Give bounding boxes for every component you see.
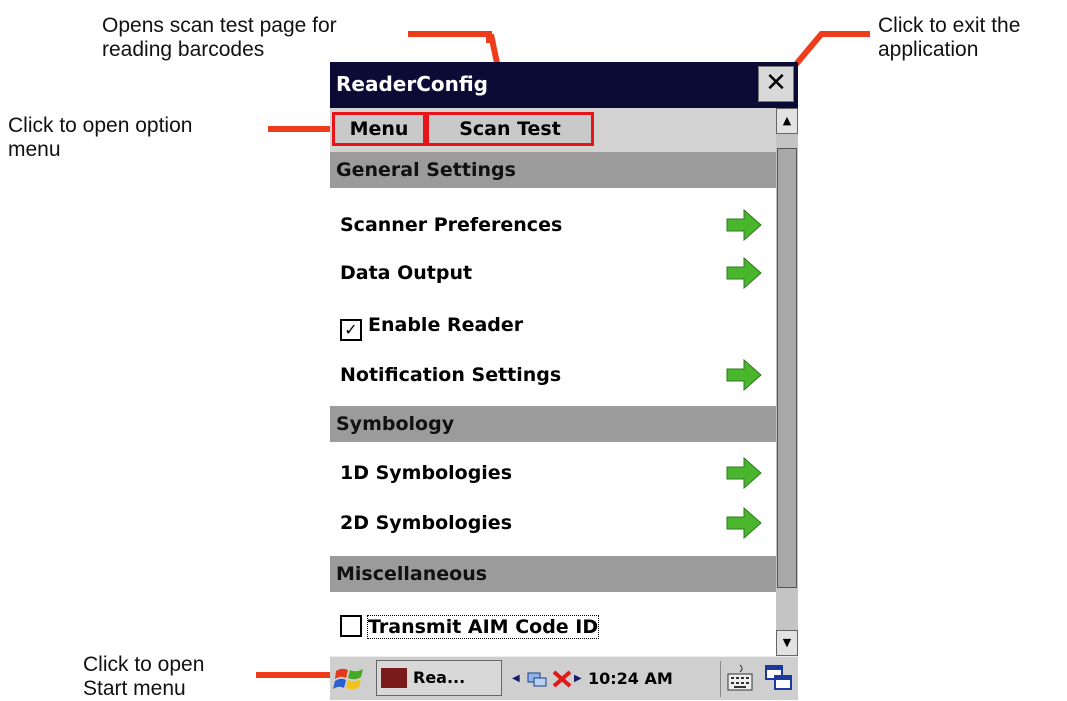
item-label: 1D Symbologies <box>340 462 513 484</box>
leader-line <box>256 672 330 678</box>
leader-line <box>820 31 870 37</box>
scroll-up-button[interactable]: ▲ <box>776 108 798 134</box>
scan-test-annotation: Opens scan test page for reading barcode… <box>102 14 337 62</box>
section-general-settings: General Settings <box>330 152 776 188</box>
green-right-arrow-icon[interactable] <box>726 256 762 290</box>
annotation-text: Click to exit the <box>878 14 1021 37</box>
item-label: Transmit AIM Code ID <box>366 615 600 639</box>
task-button-readerconfig[interactable]: Rea... <box>376 660 502 696</box>
menu-bar: Menu Scan Test <box>330 108 776 152</box>
2d-symbologies-item[interactable]: 2D Symbologies <box>330 498 776 548</box>
annotation-text: Click to open option <box>8 114 193 137</box>
transmit-aim-checkbox[interactable] <box>340 615 362 637</box>
green-right-arrow-icon[interactable] <box>726 358 762 392</box>
close-button[interactable]: ✕ <box>758 66 794 102</box>
exit-annotation: Click to exit the application <box>878 14 1020 62</box>
app-icon <box>381 668 407 688</box>
scan-test-button[interactable]: Scan Test <box>426 112 594 146</box>
keyboard-icon[interactable] <box>726 663 754 693</box>
menu-button[interactable]: Menu <box>332 112 426 146</box>
scroll-thumb[interactable] <box>777 148 797 588</box>
disconnected-icon[interactable] <box>550 668 574 690</box>
enable-reader-item[interactable]: ✓ Enable Reader <box>330 300 776 350</box>
annotation-text: Click to open <box>83 653 205 676</box>
title-bar: ReaderConfig ✕ <box>330 62 798 108</box>
notification-settings-item[interactable]: Notification Settings <box>330 350 776 400</box>
item-label: Enable Reader <box>368 314 524 336</box>
network-icon[interactable] <box>526 670 548 688</box>
clock[interactable]: 10:24 AM <box>588 661 673 697</box>
window-switch-icon[interactable] <box>764 663 794 693</box>
taskbar: Rea... ◀ ▶ 10:24 AM <box>330 656 798 700</box>
leader-line <box>408 31 492 37</box>
scanner-preferences-item[interactable]: Scanner Preferences <box>330 200 776 250</box>
item-label: Scanner Preferences <box>340 214 563 236</box>
transmit-aim-item[interactable]: Transmit AIM Code ID <box>330 602 776 652</box>
tray-left-arrow-icon[interactable]: ◀ <box>512 661 520 697</box>
annotation-text: application <box>878 38 979 61</box>
section-symbology: Symbology <box>330 406 776 442</box>
data-output-item[interactable]: Data Output <box>330 248 776 298</box>
item-label: 2D Symbologies <box>340 512 513 534</box>
app-title: ReaderConfig <box>336 72 489 96</box>
annotation-text: Start menu <box>83 677 186 700</box>
section-miscellaneous: Miscellaneous <box>330 556 776 592</box>
annotation-text: menu <box>8 138 61 161</box>
item-label: Data Output <box>340 262 473 284</box>
green-right-arrow-icon[interactable] <box>726 506 762 540</box>
task-label: Rea... <box>413 668 466 687</box>
green-right-arrow-icon[interactable] <box>726 456 762 490</box>
scrollbar[interactable]: ▲ ▼ <box>776 108 798 656</box>
scroll-down-button[interactable]: ▼ <box>776 630 798 656</box>
green-right-arrow-icon[interactable] <box>726 208 762 242</box>
menu-annotation: Click to open option menu <box>8 114 192 162</box>
annotation-text: Opens scan test page for <box>102 14 337 37</box>
tray-right-arrow-icon[interactable]: ▶ <box>574 661 582 697</box>
annotation-text: reading barcodes <box>102 38 265 61</box>
start-annotation: Click to open Start menu <box>83 653 204 701</box>
item-label: Notification Settings <box>340 364 562 386</box>
leader-line <box>268 126 330 132</box>
enable-reader-checkbox[interactable]: ✓ <box>340 319 362 341</box>
1d-symbologies-item[interactable]: 1D Symbologies <box>330 448 776 498</box>
system-tray: ◀ ▶ 10:24 AM <box>508 661 716 697</box>
windows-flag-icon[interactable] <box>332 661 368 697</box>
divider <box>720 661 721 697</box>
device-screen: ReaderConfig ✕ Menu Scan Test ▲ ▼ Genera… <box>330 62 798 700</box>
